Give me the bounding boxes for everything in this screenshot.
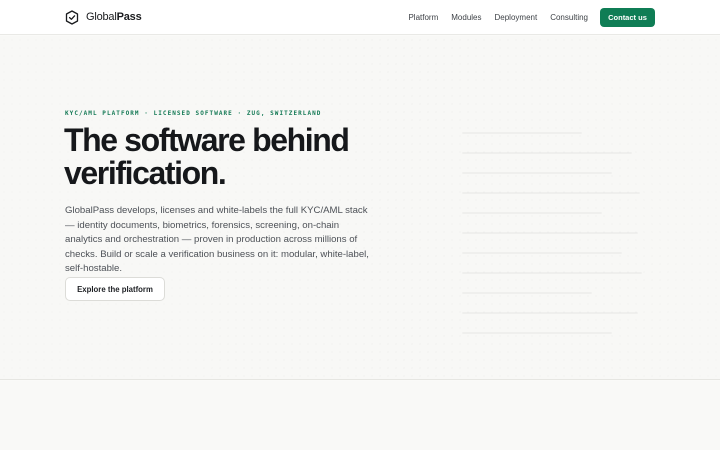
hero-headline: The software behind verification. xyxy=(64,122,350,191)
explore-platform-button[interactable]: Explore the platform xyxy=(65,277,165,301)
contact-us-button[interactable]: Contact us xyxy=(600,8,655,27)
site-header: GlobalPass Platform Modules Deployment C… xyxy=(0,0,720,35)
brand-logo-link[interactable]: GlobalPass xyxy=(65,9,142,25)
next-section xyxy=(0,381,720,450)
brand-name: GlobalPass xyxy=(86,9,142,25)
brand-name-global: Global xyxy=(86,11,117,23)
hero-headline-line-2: verification. xyxy=(64,155,227,191)
brand-name-pass: Pass xyxy=(116,11,142,23)
shield-check-icon xyxy=(65,9,79,25)
hero-description: GlobalPass develops, licenses and white-… xyxy=(65,205,369,274)
nav-link-platform[interactable]: Platform xyxy=(408,10,438,25)
nav-link-modules[interactable]: Modules xyxy=(451,10,481,25)
nav-link-deployment[interactable]: Deployment xyxy=(495,10,538,25)
main-nav: Platform Modules Deployment Consulting xyxy=(408,10,588,25)
hero-eyebrow: KYC/AML PLATFORM · LICENSED SOFTWARE · Z… xyxy=(65,110,322,117)
hero-headline-line-1: The software behind xyxy=(64,122,350,158)
hero-section: KYC/AML PLATFORM · LICENSED SOFTWARE · Z… xyxy=(0,36,720,380)
nav-link-consulting[interactable]: Consulting xyxy=(550,10,588,25)
hero-background-decoration xyxy=(462,132,652,342)
